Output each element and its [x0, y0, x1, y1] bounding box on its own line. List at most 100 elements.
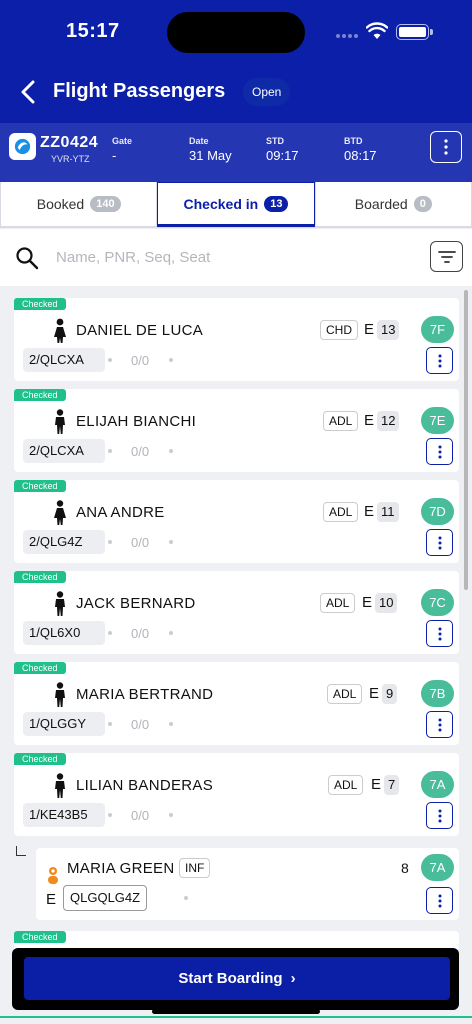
- passenger-card[interactable]: Checked JACK BERNARD ADL E 10 7C 1/QL6X0…: [14, 571, 459, 654]
- bag-count: 0/0: [131, 717, 150, 732]
- bag-dot: [184, 896, 188, 900]
- sequence-number: 9: [382, 684, 398, 704]
- pnr-code: 1/KE43B5: [23, 803, 105, 827]
- pnr-code: 1/QLGGY: [23, 712, 105, 736]
- passenger-type: ADL: [328, 775, 364, 795]
- passenger-menu-button[interactable]: [426, 802, 453, 829]
- status-time: 15:17: [66, 20, 120, 42]
- passenger-type: ADL: [323, 411, 359, 431]
- checked-tag: Checked: [14, 480, 66, 492]
- filter-button[interactable]: [430, 241, 463, 272]
- pnr-code: 1/QL6X0: [23, 621, 105, 645]
- tab-boarded[interactable]: Boarded 0: [314, 182, 472, 227]
- passenger-name: ANA ANDRE: [76, 504, 165, 521]
- tab-label: Booked: [36, 196, 85, 212]
- infant-link-icon: [16, 846, 26, 856]
- checked-tag: Checked: [14, 753, 66, 765]
- passenger-menu-button[interactable]: [426, 620, 453, 647]
- flight-menu-button[interactable]: [430, 131, 462, 163]
- infant-card[interactable]: MARIA GREEN INF 8 7A E QLGQLG4Z: [36, 848, 459, 920]
- bag-dot: [169, 358, 173, 362]
- airline-logo-icon: [9, 133, 36, 160]
- passenger-card[interactable]: Checked ELIJAH BIANCHI ADL E 12 7E 2/QLC…: [14, 389, 459, 472]
- tab-label: Checked in: [183, 195, 259, 212]
- flight-info-bar: [0, 123, 472, 182]
- passenger-menu-button[interactable]: [426, 711, 453, 738]
- passenger-menu-button[interactable]: [426, 347, 453, 374]
- btd-value: 08:17: [344, 148, 377, 163]
- date-value: 31 May: [189, 148, 232, 163]
- back-button[interactable]: [14, 76, 42, 108]
- sequence-number: 13: [377, 320, 400, 340]
- checked-tag: Checked: [14, 662, 66, 674]
- tab-count-badge: 140: [90, 196, 121, 212]
- seat-badge: 7A: [421, 854, 454, 881]
- female-person-icon: [54, 500, 66, 525]
- cellular-signal-icon: [336, 34, 360, 40]
- chevron-right-icon: ›: [290, 970, 296, 987]
- passenger-card[interactable]: Checked LILIAN BANDERAS ADL E 7 7A 1/KE4…: [14, 753, 459, 836]
- more-vertical-icon: [438, 627, 441, 640]
- seat-badge: 7E: [421, 407, 454, 434]
- wifi-icon: [366, 22, 388, 39]
- passenger-type: ADL: [323, 502, 359, 522]
- more-vertical-icon: [438, 718, 441, 731]
- passenger-type: INF: [179, 858, 211, 878]
- bag-dot: [169, 449, 173, 453]
- bag-dot: [108, 358, 112, 362]
- passenger-menu-button[interactable]: [426, 438, 453, 465]
- passenger-tabs: Booked 140 Checked in 13 Boarded 0: [0, 182, 472, 228]
- sequence-number: 11: [377, 502, 399, 522]
- cabin-class: E: [364, 412, 375, 429]
- scrollbar[interactable]: [464, 290, 468, 590]
- filter-icon: [437, 250, 456, 263]
- search-icon: [16, 247, 39, 270]
- bag-count: 0/0: [131, 353, 150, 368]
- tab-label: Boarded: [354, 196, 408, 212]
- more-vertical-icon: [438, 445, 441, 458]
- male-person-icon: [55, 773, 65, 798]
- std-label: STD: [266, 136, 284, 146]
- date-label: Date: [189, 136, 209, 146]
- bag-dot: [108, 540, 112, 544]
- pnr-code: 2/QLCXA: [23, 439, 105, 463]
- pnr-code: 2/QLCXA: [23, 348, 105, 372]
- btd-label: BTD: [344, 136, 363, 146]
- more-vertical-icon: [438, 536, 441, 549]
- passenger-name: MARIA GREEN: [67, 860, 175, 877]
- passenger-name: ELIJAH BIANCHI: [76, 413, 197, 430]
- seat-badge: 7C: [421, 589, 454, 616]
- page-title: Flight Passengers: [53, 80, 226, 102]
- bag-dot: [169, 722, 173, 726]
- passenger-card[interactable]: Checked MARIA BERTRAND ADL E 9 7B 1/QLGG…: [14, 662, 459, 745]
- tab-booked[interactable]: Booked 140: [0, 182, 158, 227]
- passenger-type: ADL: [320, 593, 356, 613]
- flight-route: YVR-YTZ: [51, 154, 90, 164]
- cabin-class: E: [362, 594, 373, 611]
- sequence-number: 10: [375, 593, 398, 613]
- cabin-class: E: [371, 776, 382, 793]
- bag-dot: [169, 540, 173, 544]
- cabin-class: E: [369, 685, 380, 702]
- tab-checked-in[interactable]: Checked in 13: [157, 182, 315, 227]
- bag-dot: [108, 813, 112, 817]
- passenger-menu-button[interactable]: [426, 887, 453, 914]
- std-value: 09:17: [266, 148, 299, 163]
- passenger-menu-button[interactable]: [426, 529, 453, 556]
- tab-count-badge: 13: [264, 195, 289, 212]
- pnr-code: QLGQLG4Z: [63, 885, 148, 911]
- passenger-name: LILIAN BANDERAS: [76, 777, 214, 794]
- start-boarding-label: Start Boarding: [178, 970, 283, 987]
- seat-badge: 7B: [421, 680, 454, 707]
- battery-icon: [396, 24, 433, 40]
- bag-count: 0/0: [131, 444, 150, 459]
- passenger-card[interactable]: Checked ANA ANDRE ADL E 11 7D 2/QLG4Z 0/…: [14, 480, 459, 563]
- start-boarding-button[interactable]: Start Boarding ›: [24, 957, 450, 1000]
- seat-badge: 7D: [421, 498, 454, 525]
- passenger-card[interactable]: Checked DANIEL DE LUCA CHD E 13 7F 2/QLC…: [14, 298, 459, 381]
- gate-label: Gate: [112, 136, 133, 146]
- passenger-name: JACK BERNARD: [76, 595, 196, 612]
- more-vertical-icon: [444, 139, 448, 155]
- cabin-class: E: [46, 891, 57, 908]
- search-input[interactable]: [56, 244, 416, 270]
